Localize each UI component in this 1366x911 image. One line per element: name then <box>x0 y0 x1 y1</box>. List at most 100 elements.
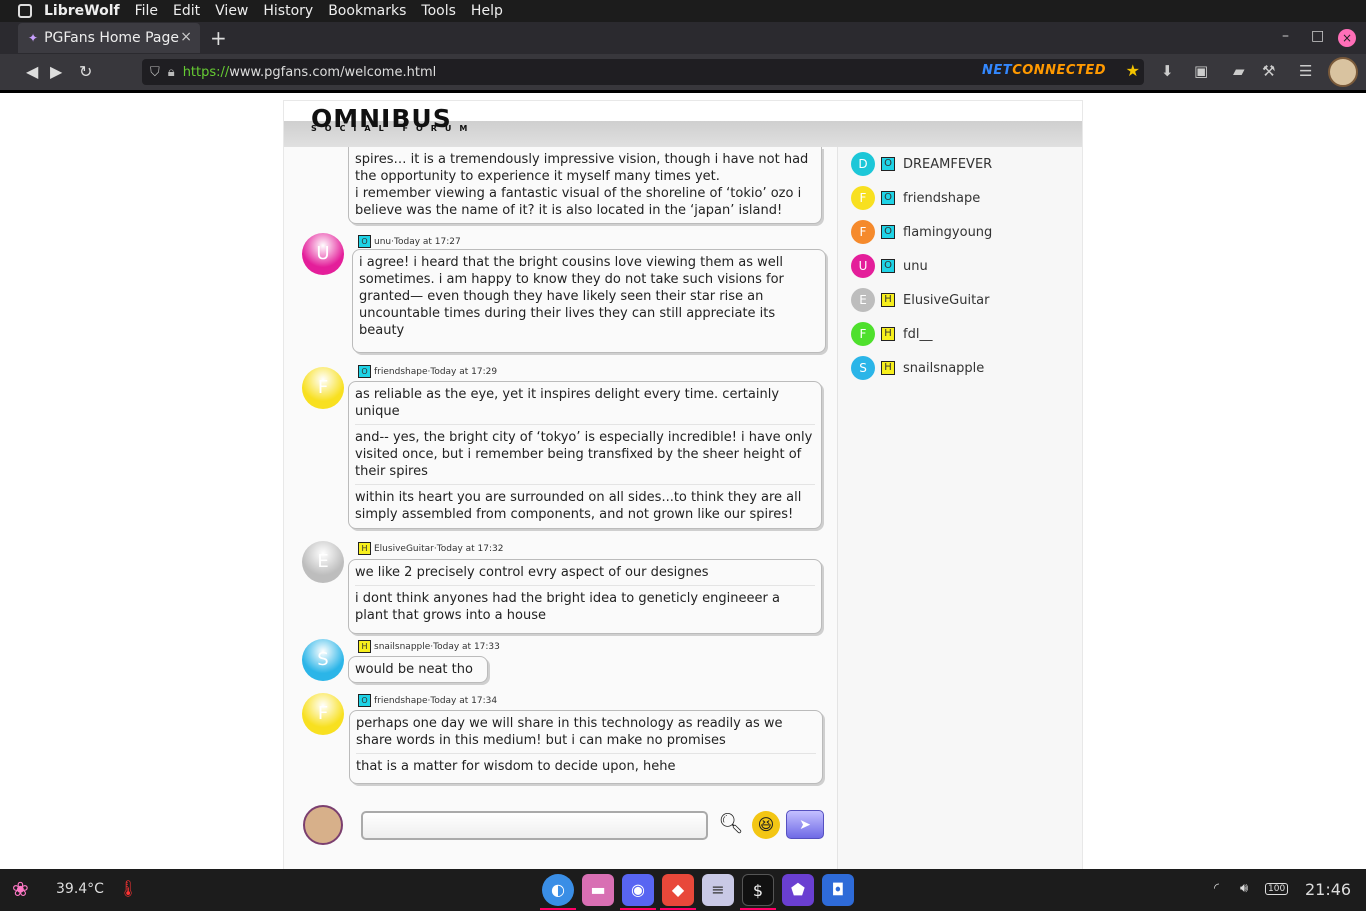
user-name[interactable]: fdl__ <box>903 327 932 342</box>
forward-icon[interactable]: ▶ <box>50 62 62 81</box>
message-avatar[interactable]: U <box>302 233 344 275</box>
gitkraken-dock-icon[interactable]: ◆ <box>662 874 694 906</box>
terminal-dock-icon[interactable]: $ <box>742 874 774 906</box>
browser-dock-icon[interactable]: ◐ <box>542 874 574 906</box>
my-avatar[interactable] <box>303 805 343 845</box>
app-name[interactable]: LibreWolf <box>44 3 120 19</box>
message-author[interactable]: snailsnapple <box>374 642 430 652</box>
user-name[interactable]: DREAMFEVER <box>903 157 992 172</box>
save-icon[interactable]: ▣ <box>1194 62 1208 80</box>
message-author[interactable]: ElusiveGuitar <box>374 544 434 554</box>
download-icon[interactable]: ⬇ <box>1161 62 1174 80</box>
system-logo-icon[interactable]: ❀ <box>12 877 29 901</box>
menu-file[interactable]: File <box>135 3 158 19</box>
menu-help[interactable]: Help <box>471 3 503 19</box>
user-avatar[interactable]: F <box>851 322 875 346</box>
message-input[interactable] <box>361 811 708 840</box>
minimize-button[interactable]: – <box>1282 28 1289 44</box>
message-text: spires… it is a tremendously impressive … <box>355 152 809 218</box>
user-name[interactable]: flamingyoung <box>903 225 992 240</box>
menu-tools[interactable]: Tools <box>421 3 456 19</box>
dock-indicator <box>620 908 656 910</box>
user-avatar[interactable]: F <box>851 186 875 210</box>
maximize-button[interactable]: □ <box>1311 28 1324 44</box>
status-badge: O <box>881 157 895 171</box>
url-protocol: https:// <box>182 64 230 80</box>
lock-icon[interactable]: 🔒︎ <box>168 65 175 80</box>
status-badge: O <box>881 191 895 205</box>
back-icon[interactable]: ◀ <box>26 62 38 81</box>
discord-dock-icon[interactable]: ◉ <box>622 874 654 906</box>
user-avatar[interactable]: D <box>851 152 875 176</box>
dock-indicator <box>740 908 776 910</box>
user-list-item[interactable]: S Hsnailsnapple <box>851 355 984 381</box>
message-text: as reliable as the eye, yet it inspires … <box>355 387 780 419</box>
message-text: perhaps one day we will share in this te… <box>356 716 783 748</box>
window-icon <box>18 4 32 18</box>
message-header: Hsnailsnapple · Today at 17:33 <box>358 640 500 653</box>
user-list-item[interactable]: F Ofriendshape <box>851 185 980 211</box>
menu-history[interactable]: History <box>263 3 313 19</box>
status-badge: H <box>358 542 371 555</box>
message-author[interactable]: friendshape <box>374 696 427 706</box>
new-tab-button[interactable]: + <box>210 26 227 50</box>
window-close-button[interactable]: × <box>1338 29 1356 47</box>
tab-close-icon[interactable]: × <box>180 29 192 45</box>
text-editor-dock-icon[interactable]: ≡ <box>702 874 734 906</box>
message-author[interactable]: unu <box>374 237 391 247</box>
user-name[interactable]: ElusiveGuitar <box>903 293 989 308</box>
shield-icon[interactable]: ⛉ <box>150 65 160 80</box>
reload-icon[interactable]: ↻ <box>79 62 92 81</box>
chat-icon[interactable]: ▰ <box>1233 62 1245 80</box>
media-search-icon[interactable]: 🔍︎ <box>716 811 746 839</box>
tab-pgfans[interactable]: ✦ PGFans Home Page × <box>18 23 200 53</box>
user-list-item[interactable]: F Oflamingyoung <box>851 219 992 245</box>
message-text: within its heart you are surrounded on a… <box>355 484 815 527</box>
obsidian-dock-icon[interactable]: ⬟ <box>782 874 814 906</box>
user-avatar[interactable]: E <box>851 288 875 312</box>
tab-title: PGFans Home Page <box>44 30 180 46</box>
emoji-icon[interactable]: 😆︎ <box>752 811 780 839</box>
message-avatar[interactable]: F <box>302 367 344 409</box>
user-name[interactable]: friendshape <box>903 191 980 206</box>
screenshot-dock-icon[interactable]: ◘ <box>822 874 854 906</box>
volume-icon[interactable]: 🔊︎ <box>1240 881 1248 896</box>
menu-edit[interactable]: Edit <box>173 3 200 19</box>
user-name[interactable]: snailsnapple <box>903 361 984 376</box>
status-badge: H <box>881 293 895 307</box>
toolbar-divider <box>0 90 1366 93</box>
user-list-item[interactable]: E H ElusiveGuitar <box>851 287 989 313</box>
send-button[interactable]: ➤ <box>786 810 824 839</box>
menu-view[interactable]: View <box>215 3 248 19</box>
clock[interactable]: 21:46 <box>1305 880 1351 899</box>
files-dock-icon[interactable]: ▬ <box>582 874 614 906</box>
message-header: Ofriendshape · Today at 17:34 <box>358 694 497 707</box>
battery-icon[interactable]: 100 <box>1265 883 1289 895</box>
message-avatar[interactable]: S <box>302 639 344 681</box>
user-name[interactable]: unu <box>903 259 928 274</box>
status-badge: O <box>358 694 371 707</box>
dock-indicator <box>660 908 696 910</box>
netconnected-badge[interactable]: NETCONNECTED <box>982 63 1106 78</box>
user-avatar[interactable]: U <box>851 254 875 278</box>
user-avatar[interactable]: F <box>851 220 875 244</box>
status-badge: H <box>881 361 895 375</box>
message-avatar[interactable]: F <box>302 693 344 735</box>
user-list-item[interactable]: F Hfdl__ <box>851 321 932 347</box>
bookmark-star-icon[interactable]: ★ <box>1126 61 1140 80</box>
message-bubble: would be neat tho <box>348 656 488 683</box>
message-text: i dont think anyones had the bright idea… <box>355 585 815 628</box>
user-list-item[interactable]: D O DREAMFEVER <box>851 151 992 177</box>
status-badge: O <box>881 225 895 239</box>
profile-avatar[interactable] <box>1328 57 1358 87</box>
omnibus-page: OMNIBUS SOCIAL FORUM spires… it is a tre… <box>283 100 1083 870</box>
user-list-item[interactable]: U Ounu <box>851 253 928 279</box>
url-bar[interactable]: ⛉ 🔒︎ https:// www.pgfans.com/welcome.htm… <box>142 59 1144 85</box>
tools-icon[interactable]: ⚒ <box>1262 62 1275 80</box>
user-avatar[interactable]: S <box>851 356 875 380</box>
hamburger-menu-icon[interactable]: ☰ <box>1299 62 1312 80</box>
menu-bookmarks[interactable]: Bookmarks <box>328 3 406 19</box>
wifi-icon[interactable]: ◜ <box>1214 881 1219 896</box>
message-avatar[interactable]: E <box>302 541 344 583</box>
message-author[interactable]: friendshape <box>374 367 427 377</box>
